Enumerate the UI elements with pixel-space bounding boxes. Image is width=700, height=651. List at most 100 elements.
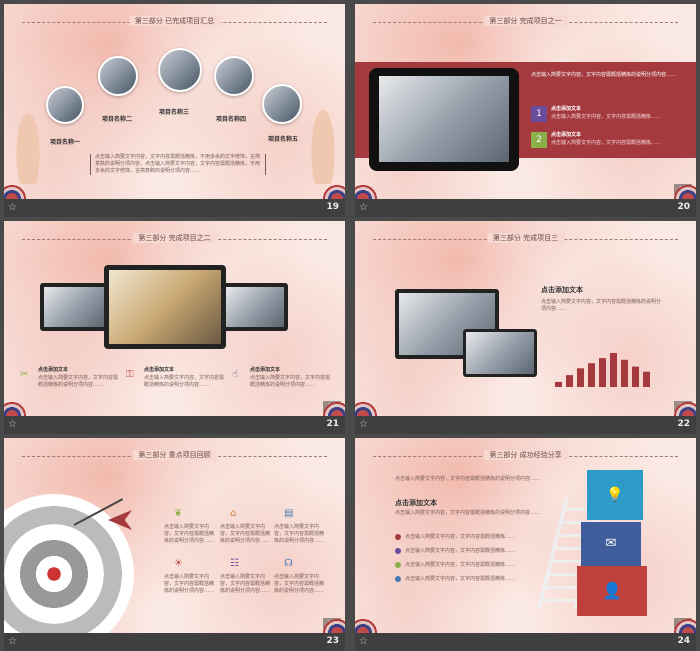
chart-bar bbox=[588, 363, 595, 387]
tap-icon: ☝ bbox=[232, 369, 239, 380]
mail-icon: ✉ bbox=[581, 522, 641, 566]
slide-title: 第三部分 完成项目之二 bbox=[132, 233, 217, 243]
bullet-dot bbox=[395, 562, 401, 568]
tools-icon: ✂ bbox=[20, 369, 29, 380]
laptop-left bbox=[40, 283, 108, 331]
wallet-icon: ▤ bbox=[284, 508, 294, 519]
slide-thumb-23[interactable]: 第三部分 重点项目回顾 ❦ ⌂ ▤ 点击输入简要文字内容，文字内容需概括精炼的说… bbox=[4, 438, 345, 651]
slide-title: 第三部分 重点项目回顾 bbox=[132, 450, 217, 460]
point-text-4: 点击输入简要文字内容，文字内容需概括精炼的说明分项内容…… bbox=[164, 574, 215, 594]
chart-bar bbox=[577, 368, 584, 387]
slide-number: 21 bbox=[326, 419, 339, 429]
leaf-icon: ❦ bbox=[174, 508, 183, 519]
slide-thumb-21[interactable]: 第三部分 完成项目之二 ✂ ⚿ ☝ 点击添加文本 点击输入简要文字内容，文字内容… bbox=[4, 221, 345, 434]
slide-22-canvas: 第三部分 完成项目三 点击添加文本 点击输入简要文字内容，文字内容需概括精炼的说… bbox=[355, 221, 696, 416]
slide-21-canvas: 第三部分 完成项目之二 ✂ ⚿ ☝ 点击添加文本 点击输入简要文字内容，文字内容… bbox=[4, 221, 345, 416]
item-head-1: 点击添加文本 bbox=[551, 106, 582, 112]
star-icon[interactable]: ☆ bbox=[8, 419, 17, 430]
project-photo-3 bbox=[158, 48, 202, 92]
bulb-icon: ☀ bbox=[174, 558, 183, 569]
chart-bar bbox=[643, 371, 650, 387]
project-label-3: 项目名称三 bbox=[159, 109, 190, 116]
point-text-2: 点击输入简要文字内容，文字内容需概括精炼的说明分项内容…… bbox=[220, 524, 271, 544]
slide-bar: ☆ 22 bbox=[355, 416, 696, 434]
shop-icon: ⌂ bbox=[230, 508, 237, 519]
slide-thumb-19[interactable]: 第三部分 已完成项目汇总 项目名称一 项目名称二 项目名称三 项目名称四 项目名… bbox=[4, 4, 345, 217]
slide-bar: ☆ 19 bbox=[4, 199, 345, 217]
item-head-2: 点击添加文本 bbox=[144, 367, 175, 373]
meeting-photo bbox=[379, 76, 509, 162]
tablet-frame bbox=[369, 68, 519, 171]
slide-number: 24 bbox=[677, 636, 690, 646]
slide-thumb-22[interactable]: 第三部分 完成项目三 点击添加文本 点击输入简要文字内容，文字内容需概括精炼的说… bbox=[355, 221, 696, 434]
slide-title: 第三部分 已完成项目汇总 bbox=[128, 16, 221, 26]
project-photo-5 bbox=[262, 84, 302, 124]
project-label-1: 项目名称一 bbox=[50, 139, 81, 146]
project-photo-4 bbox=[214, 56, 254, 96]
item-number-1: 1 bbox=[531, 106, 547, 122]
bullet-dot bbox=[395, 534, 401, 540]
project-photo-1 bbox=[46, 86, 84, 124]
bar-chart bbox=[555, 353, 650, 387]
dart-icon bbox=[73, 498, 134, 540]
item-text-2: 点击输入简要文字内容，文字内容需概括精炼…… bbox=[551, 140, 662, 146]
star-icon[interactable]: ☆ bbox=[8, 202, 17, 213]
slide-number: 19 bbox=[326, 202, 339, 212]
slide-bar: ☆ 23 bbox=[4, 633, 345, 651]
project-label-2: 项目名称二 bbox=[102, 116, 133, 123]
intro-text: 点击输入简要文字内容，文字内容需概括精炼的说明分项内容…… bbox=[395, 476, 541, 482]
slide-thumb-24[interactable]: 第三部分 成功经验分享 点击输入简要文字内容，文字内容需概括精炼的说明分项内容…… bbox=[355, 438, 696, 651]
project-label-4: 项目名称四 bbox=[216, 116, 247, 123]
chart-bar bbox=[555, 381, 562, 387]
slide-bar: ☆ 21 bbox=[4, 416, 345, 434]
star-icon[interactable]: ☆ bbox=[359, 419, 368, 430]
slide-number: 20 bbox=[677, 202, 690, 212]
text-head: 点击添加文本 bbox=[541, 286, 583, 294]
star-icon[interactable]: ☆ bbox=[359, 202, 368, 213]
user-icon: 👤 bbox=[577, 566, 647, 616]
bullet-dot bbox=[395, 576, 401, 582]
bullet-dot bbox=[395, 548, 401, 554]
chart-bar bbox=[599, 358, 606, 387]
lightbulb-icon: 💡 bbox=[587, 470, 643, 520]
chart-bar bbox=[621, 359, 628, 387]
slide-19-canvas: 第三部分 已完成项目汇总 项目名称一 项目名称二 项目名称三 项目名称四 项目名… bbox=[4, 4, 345, 199]
star-icon[interactable]: ☆ bbox=[359, 636, 368, 647]
chart-bar bbox=[566, 375, 573, 387]
bullet-text-3: 点击输入简要文字内容，文字内容需概括精炼…… bbox=[405, 562, 516, 568]
item-number-2: 2 bbox=[531, 132, 547, 148]
slide-thumb-20[interactable]: 第三部分 完成项目之一 点击输入简要文字内容，文字内容需概括精炼的说明分项内容…… bbox=[355, 4, 696, 217]
monitor-right bbox=[463, 329, 537, 377]
text-head: 点击添加文本 bbox=[395, 499, 437, 507]
lamp-icon: ☊ bbox=[284, 558, 293, 569]
slide-title: 第三部分 完成项目之一 bbox=[483, 16, 568, 26]
intro-text: 点击输入简要文字内容，文字内容需概括精炼的说明分项内容…… bbox=[531, 72, 677, 78]
bullet-text-2: 点击输入简要文字内容，文字内容需概括精炼…… bbox=[405, 548, 516, 554]
item-text-1: 点击输入简要文字内容，文字内容需概括精炼的说明分项内容…… bbox=[38, 375, 119, 388]
item-head-1: 点击添加文本 bbox=[38, 367, 69, 373]
summary-text: 点击输入简要文字内容，文字内容需概括精炼，不用多余的文字修饰，言简意赅的说明分项… bbox=[90, 154, 266, 175]
star-icon[interactable]: ☆ bbox=[8, 636, 17, 647]
key-icon: ⚿ bbox=[126, 369, 134, 380]
sliders-icon: ☷ bbox=[230, 558, 239, 569]
project-label-5: 项目名称五 bbox=[268, 136, 299, 143]
laptop-right bbox=[222, 283, 288, 331]
bullet-text-1: 点击输入简要文字内容，文字内容需概括精炼…… bbox=[405, 534, 516, 540]
slide-number: 23 bbox=[326, 636, 339, 646]
slide-title: 第三部分 完成项目三 bbox=[486, 233, 565, 243]
slide-23-canvas: 第三部分 重点项目回顾 ❦ ⌂ ▤ 点击输入简要文字内容，文字内容需概括精炼的说… bbox=[4, 438, 345, 633]
point-text-3: 点击输入简要文字内容，文字内容需概括精炼的说明分项内容…… bbox=[274, 524, 325, 544]
slide-20-canvas: 第三部分 完成项目之一 点击输入简要文字内容，文字内容需概括精炼的说明分项内容…… bbox=[355, 4, 696, 199]
chart-bar bbox=[632, 366, 639, 387]
text-body: 点击输入简要文字内容，文字内容需概括精炼的说明分项内容…… bbox=[541, 299, 662, 312]
point-text-5: 点击输入简要文字内容，文字内容需概括精炼的说明分项内容…… bbox=[220, 574, 271, 594]
item-text-3: 点击输入简要文字内容，文字内容需概括精炼的说明分项内容…… bbox=[250, 375, 331, 388]
slide-bar: ☆ 20 bbox=[355, 199, 696, 217]
text-body: 点击输入简要文字内容，文字内容需概括精炼的说明分项内容…… bbox=[395, 510, 541, 516]
point-text-6: 点击输入简要文字内容，文字内容需概括精炼的说明分项内容…… bbox=[274, 574, 325, 594]
slide-number: 22 bbox=[677, 419, 690, 429]
item-head-2: 点击添加文本 bbox=[551, 132, 582, 138]
point-text-1: 点击输入简要文字内容，文字内容需概括精炼的说明分项内容…… bbox=[164, 524, 215, 544]
slide-title: 第三部分 成功经验分享 bbox=[483, 450, 568, 460]
item-text-1: 点击输入简要文字内容，文字内容需概括精炼…… bbox=[551, 114, 662, 120]
